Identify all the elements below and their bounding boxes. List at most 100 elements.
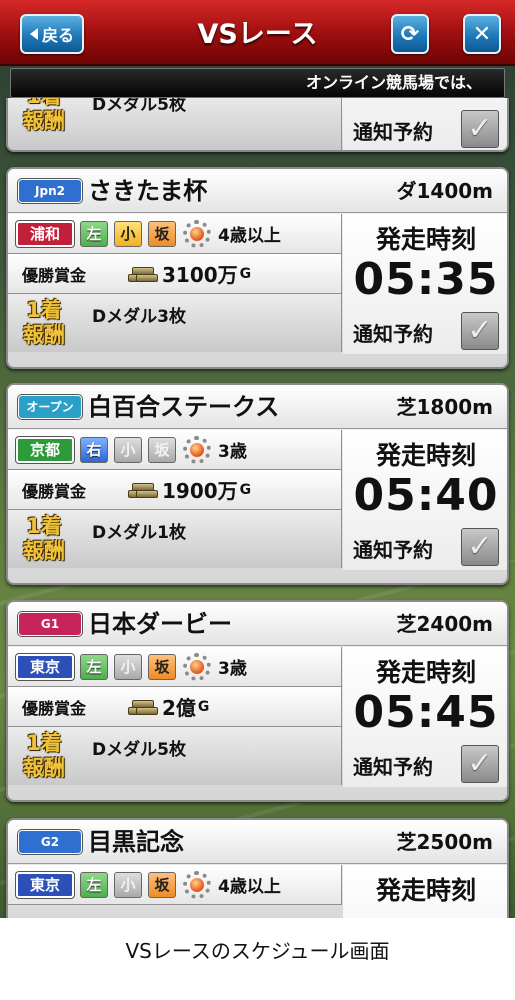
race-details: 東京左小坂 3歳優勝賞金 2億 G 1着 報酬 Dメダル5枚 bbox=[8, 647, 342, 785]
race-distance: ダ1400m bbox=[396, 179, 493, 203]
race-name: さきたま杯 bbox=[88, 177, 208, 205]
first-place-reward-badge: 1着 報酬 bbox=[23, 298, 65, 347]
grade-badge: G2 bbox=[17, 829, 83, 855]
race-card[interactable]: G2 目黒記念 芝2500m 東京左小坂 4歳以上 発走時刻 bbox=[6, 818, 509, 918]
race-header: G2 目黒記念 芝2500m bbox=[8, 820, 507, 864]
race-card[interactable]: Jpn2 さきたま杯 ダ1400m 浦和左小坂 4歳以上 優勝賞金 3100万 G 1着 報酬 D… bbox=[6, 167, 509, 369]
prize-row: 優勝賞金 1900万 G bbox=[8, 470, 342, 510]
reward-text: Dメダル5枚 bbox=[92, 740, 186, 760]
start-time-label: 発走時刻 bbox=[375, 225, 476, 254]
prize-row: 優勝賞金 2億 G bbox=[8, 687, 342, 727]
slope-tag: 坂 bbox=[148, 653, 176, 680]
sun-icon bbox=[182, 435, 212, 465]
notify-checkbox[interactable]: ✓ bbox=[461, 312, 499, 350]
refresh-icon: ⟳ bbox=[400, 21, 420, 47]
back-button-label: 戻る bbox=[41, 26, 74, 45]
start-time-label: 発走時刻 bbox=[375, 658, 476, 687]
track-tag: 東京 bbox=[15, 652, 75, 681]
notify-label: 通知予約 bbox=[353, 120, 433, 144]
race-details: 京都右小坂 3歳 優勝賞金 1900万 G 1着 報酬 Dメダル1枚 bbox=[8, 430, 342, 568]
news-ticker: オンライン競馬場では、 bbox=[10, 68, 505, 98]
header-bar: 戻る VSレース ⟳ ✕ bbox=[0, 0, 515, 66]
prize-value: 3100万 bbox=[162, 263, 238, 287]
race-header: オープン 白百合ステークス 芝1800m bbox=[8, 385, 507, 429]
age-condition: 4歳以上 bbox=[218, 226, 281, 246]
notify-label: 通知予約 bbox=[353, 755, 433, 779]
race-details: 浦和左小坂 4歳以上 優勝賞金 3100万 G 1着 報酬 Dメダル3枚 bbox=[8, 214, 342, 352]
reward-text: Dメダル1枚 bbox=[92, 523, 186, 543]
grade-badge: Jpn2 bbox=[17, 178, 83, 204]
race-name: 目黒記念 bbox=[88, 828, 184, 856]
check-icon: ✓ bbox=[467, 746, 493, 781]
age-condition: 3歳 bbox=[218, 442, 247, 462]
slope-tag: 坂 bbox=[148, 220, 176, 247]
check-icon: ✓ bbox=[467, 313, 493, 348]
course-size-tag: 小 bbox=[114, 871, 142, 898]
age-condition: 4歳以上 bbox=[218, 877, 281, 897]
sun-icon bbox=[182, 870, 212, 900]
grade-badge: G1 bbox=[17, 611, 83, 637]
back-button[interactable]: 戻る bbox=[20, 14, 84, 54]
course-size-tag: 小 bbox=[114, 653, 142, 680]
race-card[interactable]: G1 日本ダービー 芝2400m 東京左小坂 3歳優勝賞金 2億 G 1着 報酬 Dメダル5枚 発… bbox=[6, 600, 509, 802]
sun-icon bbox=[182, 219, 212, 249]
reward-row: 1着 報酬 Dメダル5枚 bbox=[8, 727, 342, 785]
prize-unit: G bbox=[239, 481, 252, 498]
first-place-reward-badge: 1着 報酬 bbox=[23, 731, 65, 780]
direction-tag: 左 bbox=[80, 871, 108, 898]
slope-tag: 坂 bbox=[148, 871, 176, 898]
prize-unit: G bbox=[239, 265, 252, 282]
gold-bars-icon bbox=[126, 480, 160, 500]
reward-row: 1着 報酬 Dメダル3枚 bbox=[8, 294, 342, 352]
close-icon: ✕ bbox=[472, 21, 492, 47]
notify-checkbox[interactable]: ✓ bbox=[461, 528, 499, 566]
close-button[interactable]: ✕ bbox=[463, 14, 501, 54]
gold-bars-icon bbox=[126, 264, 160, 284]
prize-value: 2億 bbox=[162, 696, 196, 720]
prize-label: 優勝賞金 bbox=[22, 481, 87, 501]
race-distance: 芝1800m bbox=[396, 395, 493, 419]
refresh-button[interactable]: ⟳ bbox=[391, 14, 429, 54]
page-title: VSレース bbox=[197, 19, 318, 50]
conditions-row: 東京左小坂 3歳 bbox=[8, 647, 342, 687]
race-distance: 芝2400m bbox=[396, 612, 493, 636]
race-name: 白百合ステークス bbox=[88, 393, 280, 421]
grade-badge: オープン bbox=[17, 394, 83, 420]
reward-text: Dメダル5枚 bbox=[92, 98, 186, 115]
first-place-reward-badge: 1着 報酬 bbox=[23, 514, 65, 563]
conditions-row: 浦和左小坂 4歳以上 bbox=[8, 214, 342, 254]
track-tag: 京都 bbox=[15, 435, 75, 464]
start-time-label: 発走時刻 bbox=[375, 441, 476, 470]
notify-checkbox[interactable]: ✓ bbox=[461, 110, 499, 148]
check-icon: ✓ bbox=[467, 529, 493, 564]
start-time: 05:45 bbox=[353, 687, 499, 738]
start-time-panel: 発走時刻 bbox=[343, 865, 507, 918]
track-tag: 東京 bbox=[15, 870, 75, 899]
slope-tag: 坂 bbox=[148, 436, 176, 463]
direction-tag: 左 bbox=[80, 220, 108, 247]
race-header: G1 日本ダービー 芝2400m bbox=[8, 602, 507, 646]
prize-label: 優勝賞金 bbox=[22, 265, 87, 285]
start-time-label: 発走時刻 bbox=[375, 876, 476, 905]
race-card[interactable]: オープン 白百合ステークス 芝1800m 京都右小坂 3歳 優勝賞金 1900万 G 1着 報酬… bbox=[6, 383, 509, 585]
reward-row: 1着 報酬 Dメダル1枚 bbox=[8, 510, 342, 568]
prize-unit: G bbox=[197, 698, 210, 715]
prize-label: 優勝賞金 bbox=[22, 698, 87, 718]
notify-label: 通知予約 bbox=[353, 322, 433, 346]
track-tag: 浦和 bbox=[15, 219, 75, 248]
notify-checkbox[interactable]: ✓ bbox=[461, 745, 499, 783]
gold-bars-icon bbox=[126, 697, 160, 717]
prize-value: 1900万 bbox=[162, 479, 238, 503]
direction-tag: 左 bbox=[80, 653, 108, 680]
sun-icon bbox=[182, 652, 212, 682]
race-card-partial: 1着 報酬 Dメダル5枚 通知予約 ✓ bbox=[6, 98, 509, 152]
start-time-panel: 発走時刻 05:45 通知予約 ✓ bbox=[343, 647, 507, 787]
check-icon: ✓ bbox=[467, 111, 493, 146]
start-time: 05:40 bbox=[353, 470, 499, 521]
reward-text: Dメダル3枚 bbox=[92, 307, 186, 327]
race-header: Jpn2 さきたま杯 ダ1400m bbox=[8, 169, 507, 213]
race-distance: 芝2500m bbox=[396, 830, 493, 854]
reward-row: 1着 報酬 Dメダル5枚 bbox=[8, 98, 342, 150]
notify-label: 通知予約 bbox=[353, 538, 433, 562]
conditions-row: 京都右小坂 3歳 bbox=[8, 430, 342, 470]
